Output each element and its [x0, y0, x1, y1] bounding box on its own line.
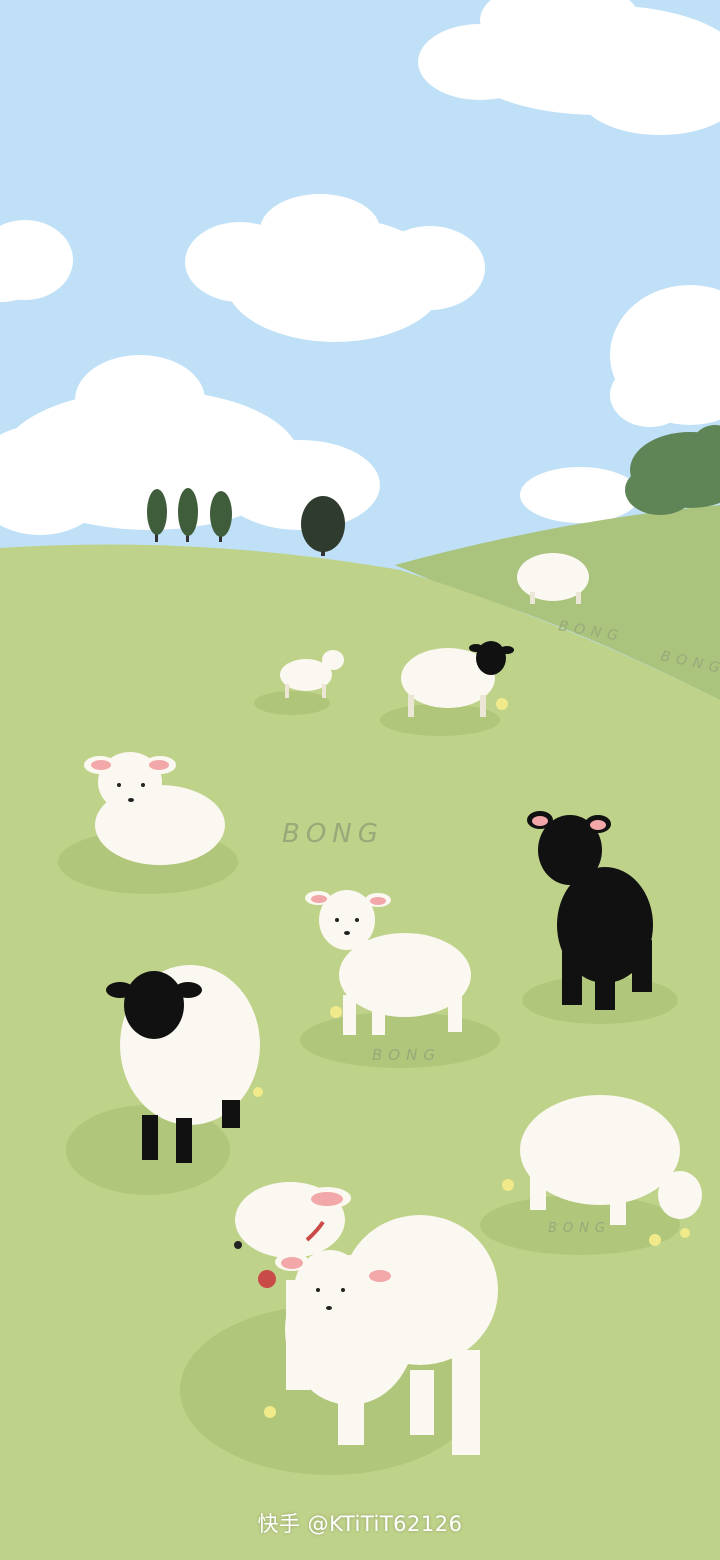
bong-mark-grazing: BONG [548, 1221, 611, 1236]
bong-mark-center: BONG [282, 819, 384, 849]
watermark-text: 快手 @KTiTiT62126 [257, 1512, 463, 1536]
cloud-low-right [520, 467, 640, 523]
meadow-illustration: BONG BONG BONG BONG BONG [0, 0, 720, 1560]
bong-mark-lamb: BONG [372, 1046, 441, 1064]
